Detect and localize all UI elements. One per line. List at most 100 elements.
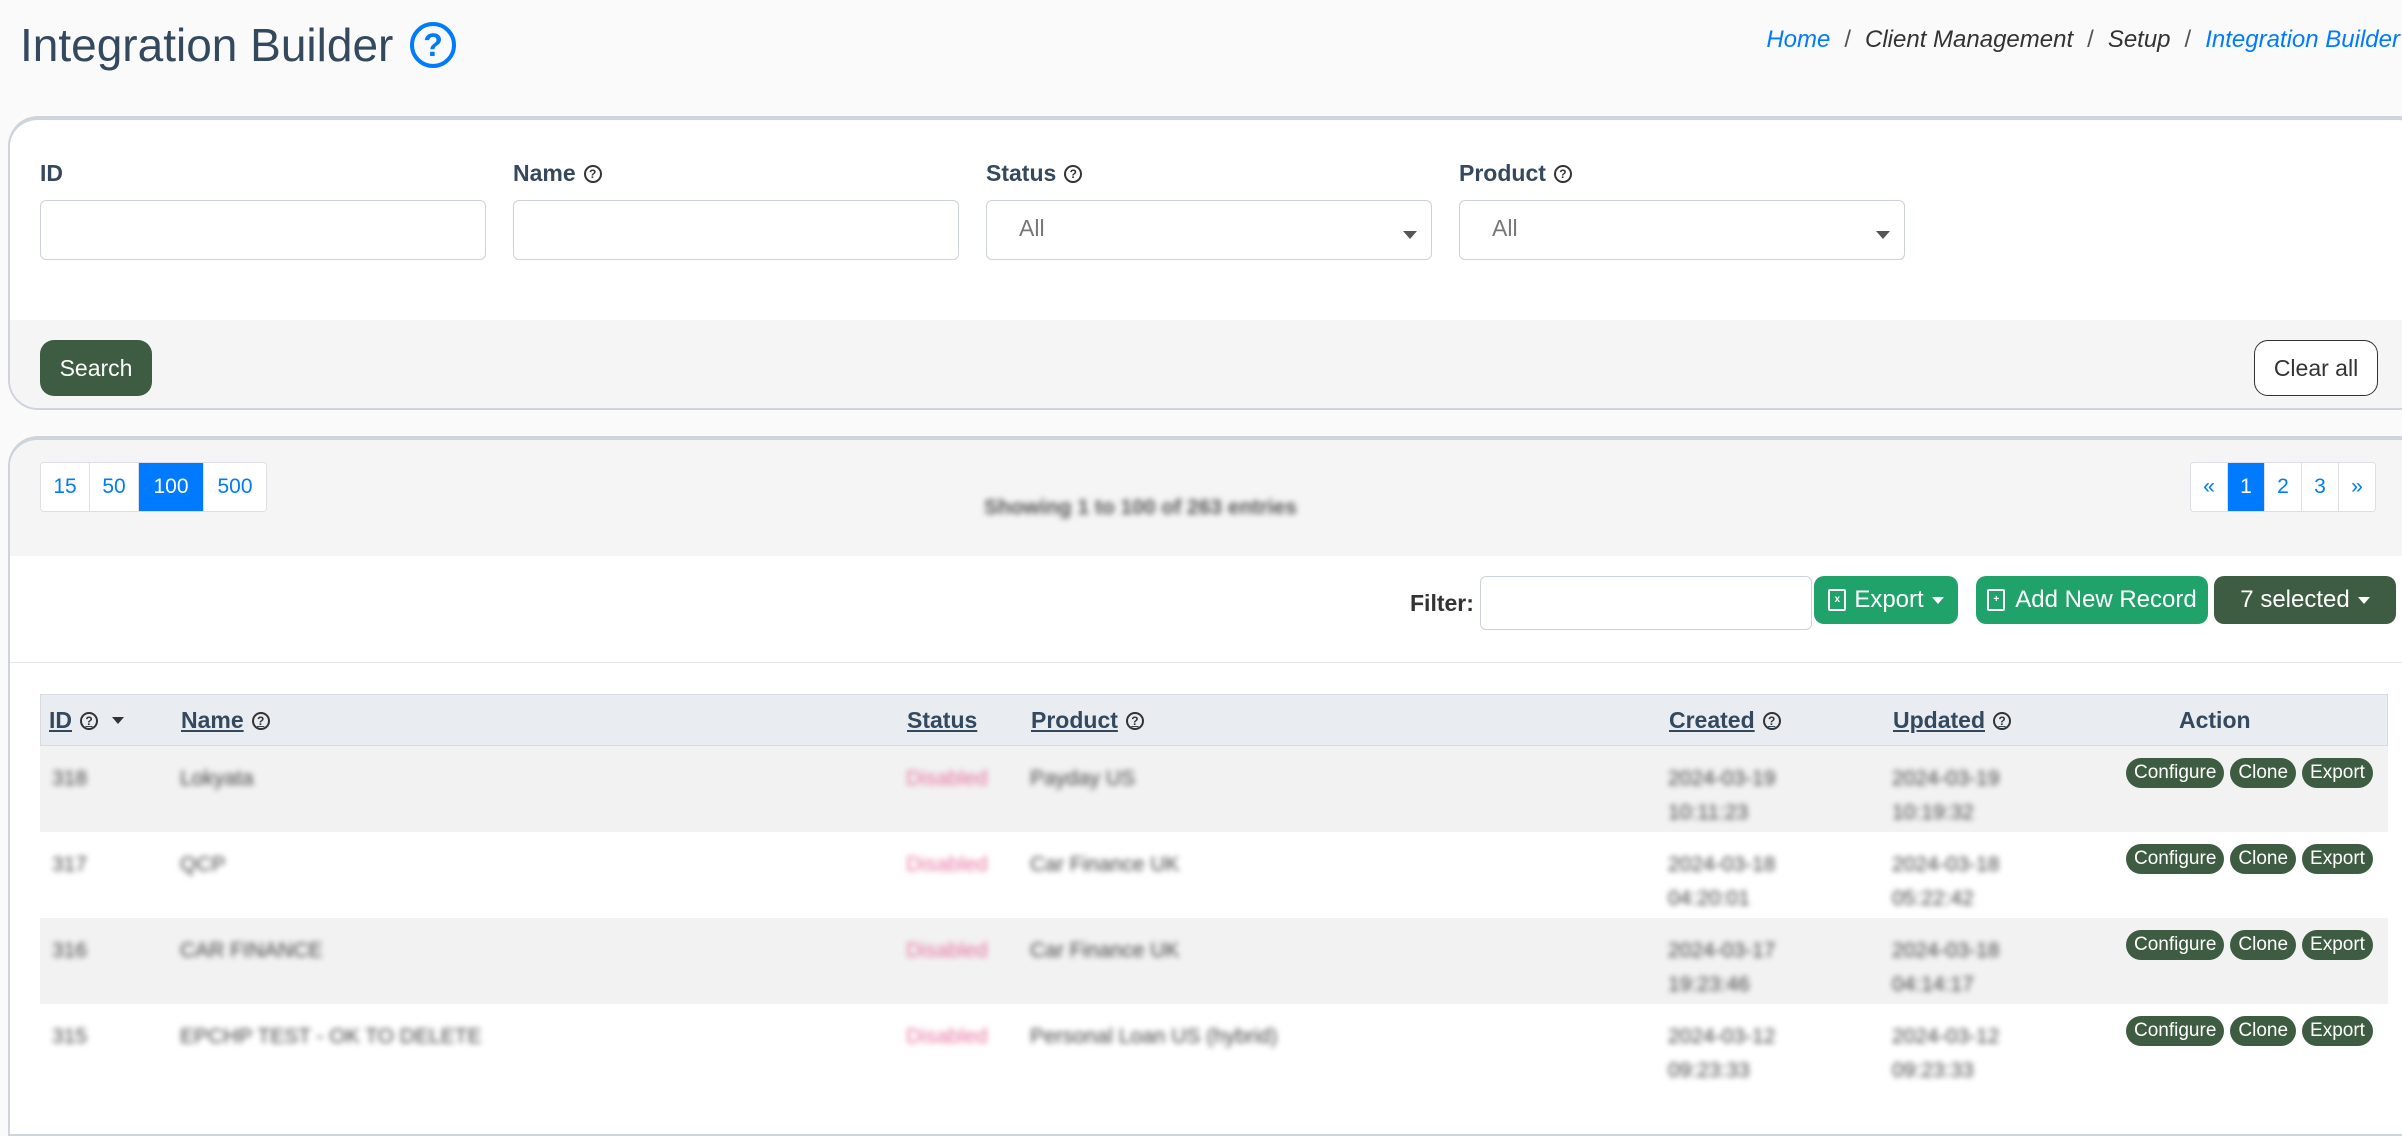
cell-status: Disabled [906,939,988,962]
cell-product: Payday US [1030,767,1136,790]
export-row-button[interactable]: Export [2302,930,2373,960]
filter-footer: Search Clear all [10,320,2402,408]
export-row-button[interactable]: Export [2302,758,2373,788]
cell-created-time: 19:23:46 [1668,973,1750,996]
column-header-status[interactable]: Status [907,707,977,734]
table-filter-input[interactable] [1480,576,1812,630]
clone-button[interactable]: Clone [2230,1016,2297,1046]
breadcrumb-separator: / [2184,26,2192,53]
cell-created-time: 10:11:23 [1668,801,1749,824]
cell-created: 2024-03-17 19:23:46 [1668,934,1775,1002]
row-actions: Configure Clone Export [2126,844,2373,874]
cell-created-time: 04:20:01 [1668,887,1750,910]
cell-created-date: 2024-03-18 [1668,853,1776,876]
cell-id: 318 [52,767,88,790]
configure-button[interactable]: Configure [2126,844,2225,874]
name-label: Name ? [513,160,602,187]
clone-button[interactable]: Clone [2230,930,2297,960]
help-icon[interactable]: ? [251,711,270,730]
column-header-id-text: ID [49,707,72,733]
cell-updated: 2024-03-18 05:22:42 [1892,848,1999,916]
clear-all-button[interactable]: Clear all [2254,340,2378,396]
breadcrumb-home[interactable]: Home [1766,26,1830,54]
clone-button[interactable]: Clone [2230,758,2297,788]
column-header-status-text: Status [907,707,978,733]
column-header-updated[interactable]: Updated ? [1893,707,2011,734]
page-size-15[interactable]: 15 [41,463,90,511]
column-header-name-text: Name [181,707,244,733]
selected-button-label: 7 selected [2240,586,2350,613]
help-icon[interactable]: ? [1553,164,1572,183]
cell-updated-date: 2024-03-18 [1892,939,2000,962]
cell-name[interactable]: EPCHP TEST - OK TO DELETE [180,1020,482,1054]
cell-name[interactable]: CAR FINANCE [180,934,322,968]
cell-created-time: 09:23:33 [1668,1059,1750,1082]
selected-columns-button[interactable]: 7 selected [2214,576,2396,624]
add-new-record-button[interactable]: + Add New Record [1976,576,2208,624]
cell-created-date: 2024-03-17 [1668,939,1776,962]
help-icon[interactable]: ? [1762,711,1781,730]
clone-button[interactable]: Clone [2230,844,2297,874]
column-header-id[interactable]: ID ? [49,707,124,734]
name-input[interactable] [513,200,959,260]
cell-name[interactable]: Lokyata [180,762,254,796]
cell-updated: 2024-03-18 04:14:17 [1892,934,1999,1002]
name-label-text: Name [513,160,576,186]
file-plus-icon: + [1987,589,2006,611]
column-header-created[interactable]: Created ? [1669,707,1781,734]
page-size-50[interactable]: 50 [90,463,139,511]
help-icon[interactable]: ? [1993,711,2011,730]
help-icon[interactable]: ? [583,164,602,183]
pagination-prev[interactable]: « [2191,463,2228,511]
cell-updated-date: 2024-03-12 [1892,1025,2000,1048]
cell-updated-time: 04:14:17 [1892,973,1974,996]
status-label: Status ? [986,160,1083,187]
pagination-page-1[interactable]: 1 [2228,463,2265,511]
configure-button[interactable]: Configure [2126,1016,2225,1046]
cell-product: Car Finance UK [1030,853,1180,876]
pagination-page-3[interactable]: 3 [2302,463,2339,511]
page-size-100[interactable]: 100 [139,463,204,511]
column-header-product[interactable]: Product ? [1031,707,1144,734]
help-icon[interactable]: ? [1064,164,1083,183]
pagination-next[interactable]: » [2339,463,2375,511]
id-input[interactable] [40,200,486,260]
cell-name[interactable]: QCP [180,848,226,882]
breadcrumb-current[interactable]: Integration Builder [2205,26,2400,54]
row-actions: Configure Clone Export [2126,758,2373,788]
breadcrumb-client-management: Client Management [1865,26,2074,53]
search-button[interactable]: Search [40,340,152,396]
divider [10,662,2402,663]
filter-label: Filter: [1410,590,1474,616]
help-icon[interactable]: ? [1125,711,1144,730]
page-header: Integration Builder ? Home / Client Mana… [0,0,2402,110]
page-title: Integration Builder [20,19,394,71]
product-select-value: All [1492,215,1518,241]
help-icon[interactable]: ? [80,711,98,730]
id-label-text: ID [40,160,63,186]
pagination-page-2[interactable]: 2 [2265,463,2302,511]
cell-product: Car Finance UK [1030,939,1180,962]
results-panel: 15 50 100 500 Showing 1 to 100 of 263 en… [8,436,2402,1136]
chevron-down-icon [1876,231,1890,239]
status-select[interactable]: All [986,200,1432,260]
cell-status: Disabled [906,853,988,876]
column-header-name[interactable]: Name ? [181,707,270,734]
product-select[interactable]: All [1459,200,1905,260]
breadcrumb-separator: / [1844,26,1852,53]
export-dropdown-button[interactable]: x Export [1814,576,1958,624]
caret-down-icon [1931,596,1944,604]
page-size-500[interactable]: 500 [204,463,266,511]
cell-product: Personal Loan US (hybrid) [1030,1025,1278,1048]
product-label-text: Product [1459,160,1546,186]
export-row-button[interactable]: Export [2302,1016,2373,1046]
column-header-action: Action [2179,707,2251,734]
cell-id: 316 [52,939,88,962]
row-actions: Configure Clone Export [2126,1016,2373,1046]
configure-button[interactable]: Configure [2126,930,2225,960]
cell-created: 2024-03-19 10:11:23 [1668,762,1775,830]
cell-created-date: 2024-03-12 [1668,1025,1776,1048]
question-circle-icon[interactable]: ? [410,22,456,68]
export-row-button[interactable]: Export [2302,844,2373,874]
configure-button[interactable]: Configure [2126,758,2225,788]
